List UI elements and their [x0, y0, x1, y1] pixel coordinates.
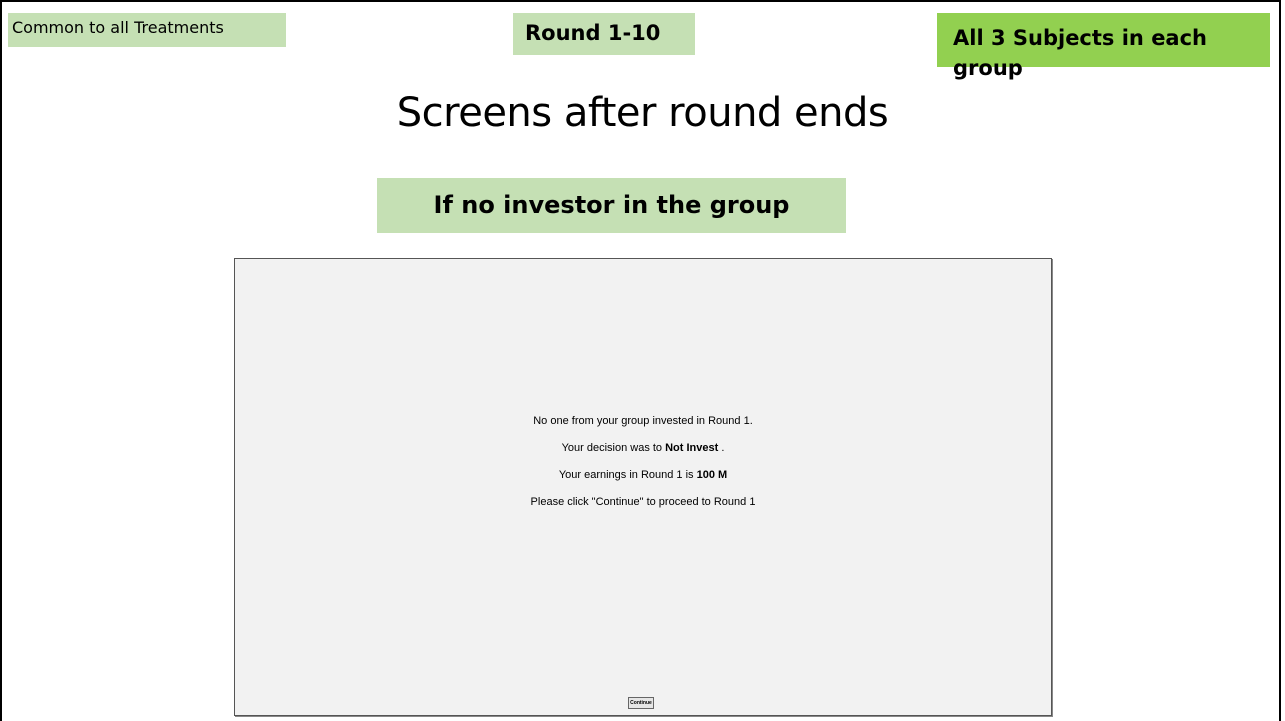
subjects-tag: All 3 Subjects in each group — [937, 13, 1270, 80]
group-investment-message: No one from your group invested in Round… — [533, 415, 753, 427]
treatment-tag: Common to all Treatments — [8, 13, 286, 47]
slide-title: Screens after round ends — [396, 90, 889, 136]
decision-message-suffix: . — [718, 442, 725, 454]
decision-message: Your decision was to Not Invest . — [235, 441, 1051, 455]
round-range-tag: Round 1-10 — [513, 13, 695, 55]
continue-button[interactable]: Continue — [628, 697, 654, 709]
earnings-message: Your earnings in Round 1 is 100 M — [235, 468, 1051, 482]
earnings-message-prefix: Your earnings in Round 1 is — [558, 469, 697, 481]
decision-message-prefix: Your decision was to — [561, 442, 666, 454]
scenario-subheading: If no investor in the group — [377, 178, 846, 233]
result-messages: No one from your group invested in Round… — [235, 414, 1051, 522]
proceed-instruction: Please click "Continue" to proceed to Ro… — [530, 496, 756, 508]
decision-value: Not Invest — [665, 442, 719, 454]
earnings-value: 100 M — [696, 469, 728, 481]
experiment-screen: No one from your group invested in Round… — [234, 258, 1052, 716]
